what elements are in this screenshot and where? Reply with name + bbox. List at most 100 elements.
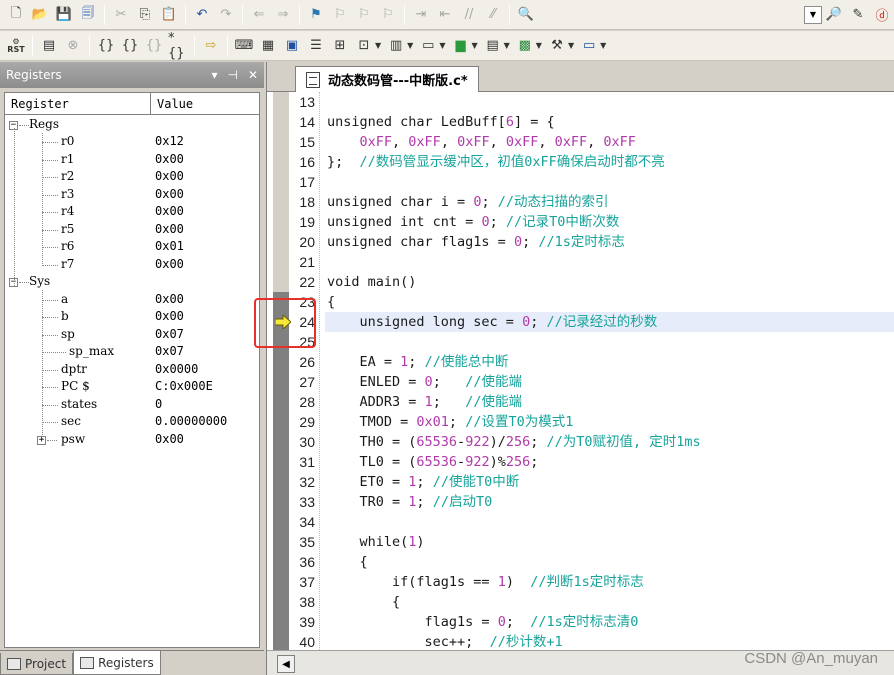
register-value[interactable]: 0x00 [155,257,259,271]
incremental-find-icon[interactable]: ✎ [847,4,869,26]
code-line[interactable]: void main() [325,272,894,292]
bookmark-next-icon[interactable]: ⚐ [353,4,375,26]
code-line[interactable]: flag1s = 0; //1s定时标志清0 [325,612,894,632]
panel-menu-icon[interactable]: ▾ [211,68,217,82]
code-line[interactable]: { [325,592,894,612]
register-row[interactable]: r1 0x00 [5,150,259,168]
breakpoint-gutter[interactable] [273,92,289,650]
register-value[interactable]: 0x12 [155,134,259,148]
code-line[interactable]: unsigned char LedBuff[6] = { [325,112,894,132]
register-value[interactable]: 0x00 [155,432,259,446]
debug-session-icon[interactable]: ⓓ [871,4,893,26]
disassembly-window-icon[interactable]: ▦ [257,35,279,57]
run-icon[interactable]: ▤ [38,35,60,57]
command-window-icon[interactable]: ⌨ [233,35,255,57]
tab-project[interactable]: Project [0,653,74,675]
executable-line-marker[interactable] [273,512,289,532]
register-row[interactable]: r7 0x00 [5,255,259,273]
register-row[interactable]: r3 0x00 [5,185,259,203]
system-viewer-dropdown-icon[interactable]: ▼ [536,41,542,50]
register-value[interactable]: 0x01 [155,239,259,253]
serial-dropdown-icon[interactable]: ▼ [439,41,445,50]
register-row[interactable]: r5 0x00 [5,220,259,238]
register-row[interactable]: r0 0x12 [5,133,259,151]
redo-icon[interactable]: ↷ [215,4,237,26]
step-out-icon[interactable]: {} [143,35,165,57]
pin-icon[interactable]: ⊣ [227,68,237,82]
register-value[interactable]: 0x00 [155,222,259,236]
register-row[interactable]: sp_max 0x07 [5,343,259,361]
register-row[interactable]: dptr 0x0000 [5,360,259,378]
memory-dropdown-icon[interactable]: ▼ [407,41,413,50]
executable-line-marker[interactable] [273,392,289,412]
code-line[interactable]: sec++; //秒计数+1 [325,632,894,650]
code-line[interactable] [325,92,894,112]
trace-dropdown-icon[interactable]: ▼ [504,41,510,50]
cut-icon[interactable]: ✂ [110,4,132,26]
code-line[interactable]: 0xFF, 0xFF, 0xFF, 0xFF, 0xFF, 0xFF [325,132,894,152]
system-viewer-icon[interactable]: ▩ [514,35,536,57]
executable-line-marker[interactable] [273,572,289,592]
scroll-left-icon[interactable]: ◀ [277,655,295,673]
executable-line-marker[interactable] [273,532,289,552]
code-line[interactable]: ADDR3 = 1; //使能端 [325,392,894,412]
executable-line-marker[interactable] [273,492,289,512]
back-icon[interactable]: ⇐ [248,4,270,26]
undo-icon[interactable]: ↶ [191,4,213,26]
memory-window-icon[interactable]: ▥ [385,35,407,57]
code-line[interactable]: while(1) [325,532,894,552]
register-value[interactable]: 0x00 [155,309,259,323]
code-line[interactable]: EA = 1; //使能总中断 [325,352,894,372]
code-line[interactable] [325,512,894,532]
watch-dropdown-icon[interactable]: ▼ [375,41,381,50]
analysis-window-icon[interactable]: ▆ [449,35,471,57]
register-group-regs[interactable]: Regs − [5,115,259,133]
register-value[interactable]: 0x00 [155,204,259,218]
code-line[interactable]: ET0 = 1; //使能T0中断 [325,472,894,492]
analysis-dropdown-icon[interactable]: ▼ [471,41,477,50]
find-icon[interactable]: 🔎 [823,4,845,26]
copy-icon[interactable]: ⎘ [134,4,156,26]
toolbox-icon[interactable]: ⚒ [546,35,568,57]
toolbox-dropdown-icon[interactable]: ▼ [568,41,574,50]
show-next-statement-icon[interactable]: ⇨ [200,35,222,57]
close-icon[interactable]: ✕ [248,68,258,82]
code-line[interactable]: TMOD = 0x01; //设置T0为模式1 [325,412,894,432]
register-value[interactable]: 0x00 [155,169,259,183]
executable-line-marker[interactable] [273,352,289,372]
register-value[interactable]: C:0x000E [155,379,259,393]
symbols-window-icon[interactable]: ▣ [281,35,303,57]
window-layout-icon[interactable]: ▭ [578,35,600,57]
window-layout-dropdown-icon[interactable]: ▼ [600,41,606,50]
register-value[interactable]: 0x00 [155,187,259,201]
indent-icon[interactable]: ⇥ [410,4,432,26]
serial-window-icon[interactable]: ▭ [417,35,439,57]
code-line[interactable]: { [325,292,894,312]
register-group-sys[interactable]: Sys − [5,273,259,291]
register-value[interactable]: 0.00000000 [155,414,259,428]
forward-icon[interactable]: ⇒ [272,4,294,26]
bookmark-prev-icon[interactable]: ⚐ [329,4,351,26]
register-row[interactable]: r6 0x01 [5,238,259,256]
executable-line-marker[interactable] [273,612,289,632]
code-line[interactable] [325,332,894,352]
executable-line-marker[interactable] [273,592,289,612]
executable-line-marker[interactable] [273,432,289,452]
find-in-files-icon[interactable]: 🔍 [515,4,537,26]
register-row[interactable]: PC $ C:0x000E [5,378,259,396]
code-line[interactable]: TR0 = 1; //启动T0 [325,492,894,512]
stop-icon[interactable]: ⊗ [62,35,84,57]
column-header-value[interactable]: Value [151,93,259,114]
find-combo-dropdown[interactable]: ▼ [804,5,822,24]
register-row[interactable]: sec 0.00000000 [5,413,259,431]
new-file-icon[interactable]: 🗋 [5,4,27,26]
column-header-register[interactable]: Register [5,93,151,114]
code-area[interactable]: 13 14 15 16 17 18 19 20 21 22 23 24 25 26 27 28 29 30 31 32… [267,92,894,650]
executable-line-marker[interactable] [273,452,289,472]
code-line[interactable]: TL0 = (65536-922)%256; [325,452,894,472]
register-row[interactable]: a 0x00 [5,290,259,308]
call-stack-window-icon[interactable]: ⊞ [329,35,351,57]
bookmark-clear-icon[interactable]: ⚐ [377,4,399,26]
registers-window-icon[interactable]: ☰ [305,35,327,57]
open-folder-icon[interactable]: 📂 [29,4,51,26]
